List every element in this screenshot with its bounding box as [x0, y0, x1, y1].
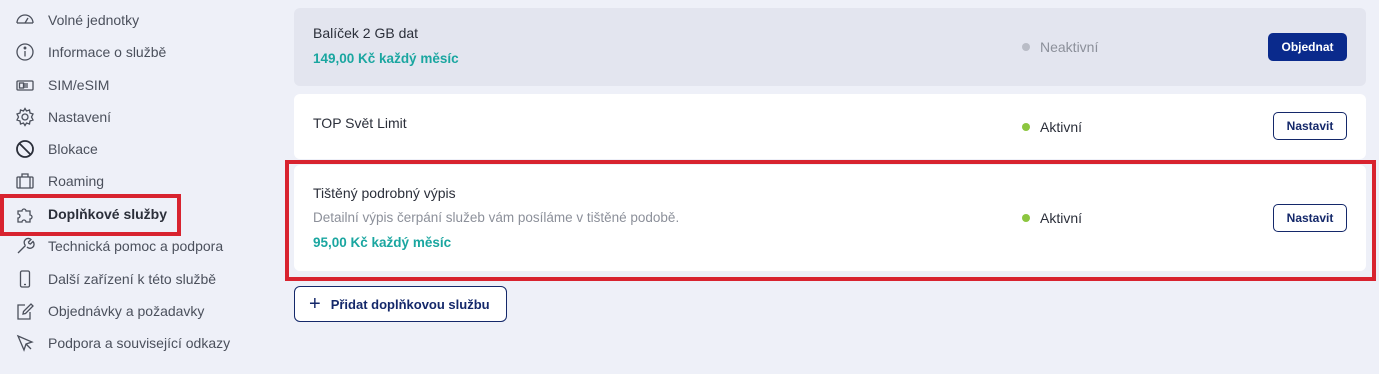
sidebar-item-dalsi-zarizeni[interactable]: Další zařízení k této službě [14, 267, 274, 291]
edit-icon [14, 300, 36, 322]
sim-card-icon [14, 74, 36, 96]
wrench-icon [14, 235, 36, 257]
block-icon [14, 138, 36, 160]
info-icon [14, 41, 36, 63]
sidebar-item-sim[interactable]: SIM/eSIM [14, 73, 274, 97]
sidebar-item-label: Nastavení [48, 109, 112, 125]
add-service-label: Přidat doplňkovou službu [330, 296, 490, 312]
order-button[interactable]: Objednat [1268, 33, 1347, 61]
status-label: Aktivní [1040, 119, 1083, 135]
status-label: Neaktivní [1040, 39, 1099, 55]
cursor-icon [14, 332, 36, 354]
sidebar-item-volne-jednotky[interactable]: Volné jednotky [14, 8, 274, 32]
sidebar-item-label: Podpora a související odkazy [48, 335, 231, 351]
sidebar-item-podpora-odkazy[interactable]: Podpora a související odkazy [14, 331, 274, 355]
service-card-data-package: Balíček 2 GB dat 149,00 Kč každý měsíc N… [294, 8, 1366, 86]
service-title: Balíček 2 GB dat [313, 25, 419, 41]
service-card-top-svet: TOP Svět Limit Aktivní Nastavit [294, 94, 1366, 159]
sidebar-item-label: Objednávky a požadavky [48, 303, 205, 319]
status-badge: Neaktivní [1022, 39, 1098, 55]
gear-icon [14, 106, 36, 128]
sidebar: Volné jednotky Informace o službě SIM/eS… [0, 0, 280, 374]
sidebar-item-technicka-pomoc[interactable]: Technická pomoc a podpora [14, 234, 274, 258]
phone-icon [14, 268, 36, 290]
status-dot-icon [1022, 43, 1030, 51]
settings-button[interactable]: Nastavit [1273, 112, 1347, 140]
highlight-frame [285, 160, 1376, 281]
sidebar-item-label: Blokace [48, 141, 98, 157]
sidebar-item-label: Volné jednotky [48, 12, 140, 28]
status-dot-icon [1022, 123, 1030, 131]
gauge-icon [14, 9, 36, 31]
sidebar-item-label: Technická pomoc a podpora [48, 238, 224, 254]
sidebar-item-roaming[interactable]: Roaming [14, 169, 274, 193]
highlight-frame [0, 194, 181, 236]
sidebar-item-objednavky[interactable]: Objednávky a požadavky [14, 299, 274, 323]
sidebar-item-nastaveni[interactable]: Nastavení [14, 105, 274, 129]
sidebar-item-label: SIM/eSIM [48, 77, 110, 93]
sidebar-item-informace[interactable]: Informace o službě [14, 40, 274, 64]
service-price: 149,00 Kč každý měsíc [313, 51, 459, 66]
status-badge: Aktivní [1022, 119, 1082, 135]
sidebar-item-label: Další zařízení k této službě [48, 271, 217, 287]
suitcase-icon [14, 170, 36, 192]
plus-icon: + [309, 293, 321, 315]
add-service-button[interactable]: + Přidat doplňkovou službu [294, 286, 507, 322]
sidebar-item-label: Roaming [48, 173, 105, 189]
service-title: TOP Svět Limit [313, 115, 407, 131]
sidebar-item-label: Informace o službě [48, 44, 167, 60]
sidebar-item-blokace[interactable]: Blokace [14, 137, 274, 161]
